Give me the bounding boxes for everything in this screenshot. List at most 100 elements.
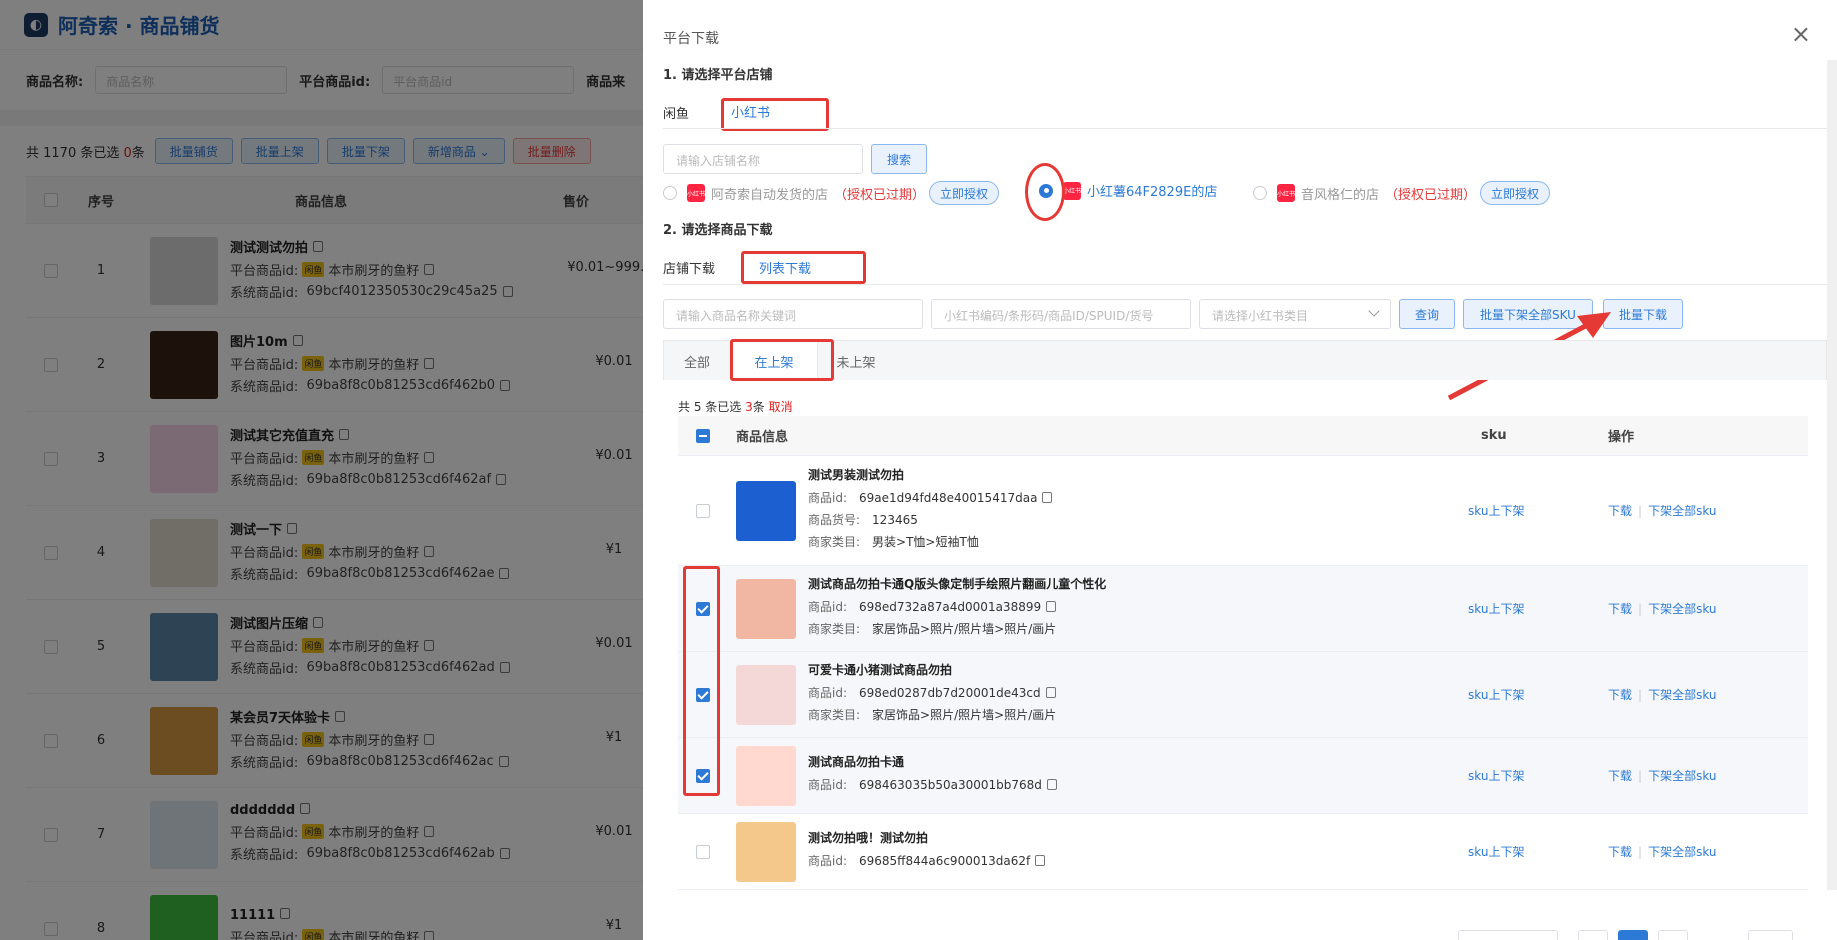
store-option-selected[interactable]: 小红书 小红薯64F2829E的店 — [1039, 181, 1217, 200]
product-info: 可爱卡通小猪测试商品勿拍 商品id: 698ed0287db7d20001de43… — [808, 661, 1056, 728]
page-size-select[interactable] — [1458, 930, 1558, 940]
highlight-circle — [1025, 163, 1065, 221]
product-row: 测试勿拍哦！测试勿拍 商品id: 69685ff844a6c900013da62f… — [678, 814, 1808, 890]
copy-icon[interactable] — [1046, 779, 1057, 790]
step2-heading: 2. 请选择商品下载 — [663, 223, 773, 238]
row-operations: 下载 | 下架全部sku — [1608, 600, 1717, 617]
product-id-line: 商品id: 698ed732a87a4d0001a38899 — [808, 598, 1106, 615]
download-link[interactable]: 下载 — [1608, 686, 1632, 703]
close-icon[interactable]: × — [1791, 22, 1811, 46]
copy-icon[interactable] — [1035, 855, 1046, 866]
category-select[interactable]: 请选择小红书类目 — [1199, 299, 1391, 329]
product-category-line: 商家类目: 家居饰品>照片/照片墙>照片/画片 — [808, 622, 1057, 636]
step1-heading: 1. 请选择平台店铺 — [663, 68, 773, 83]
sku-toggle-link[interactable]: sku上下架 — [1468, 502, 1524, 519]
product-table: 商品信息 sku 操作 测试男装测试勿拍 商品id: 69ae1d94fd48e4… — [678, 416, 1808, 890]
product-info: 测试男装测试勿拍 商品id: 69ae1d94fd48e40015417daa 商品… — [808, 466, 1053, 555]
sku-toggle-link[interactable]: sku上下架 — [1468, 767, 1524, 784]
product-title: 测试勿拍哦！测试勿拍 — [808, 831, 929, 845]
download-link[interactable]: 下载 — [1608, 502, 1632, 519]
xiaohongshu-icon: 小红书 — [1277, 184, 1295, 202]
goto-page-input[interactable] — [1748, 930, 1793, 940]
store-radio[interactable] — [1253, 186, 1267, 200]
product-id-line: 商品id: 698ed0287db7d20001de43cd — [808, 684, 1056, 701]
highlight-box — [730, 339, 834, 381]
product-thumbnail — [736, 578, 796, 639]
store-search-input[interactable]: 请输入店铺名称 — [663, 144, 863, 174]
highlight-box — [683, 566, 720, 796]
row-checkbox[interactable] — [696, 844, 710, 859]
selection-info: 共 5 条已选 3条 取消 — [678, 400, 793, 414]
row-checkbox[interactable] — [696, 503, 710, 518]
row-operations: 下载 | 下架全部sku — [1608, 502, 1717, 519]
store-option[interactable]: 小红书 阿奇索自动发货的店 （授权已过期） 立即授权 — [663, 181, 1000, 205]
scrollbar[interactable] — [1827, 60, 1837, 890]
sku-toggle-link[interactable]: sku上下架 — [1468, 600, 1524, 617]
platform-xianyu-tab[interactable]: 闲鱼 — [663, 103, 689, 122]
divider — [663, 128, 1827, 129]
header-sku: sku — [1481, 428, 1507, 443]
drawer-title: 平台下载 — [663, 31, 719, 47]
status-tabs: 全部 在上架 未上架 — [663, 340, 1827, 381]
download-link[interactable]: 下载 — [1608, 843, 1632, 860]
authorize-button[interactable]: 立即授权 — [929, 181, 1000, 205]
copy-icon[interactable] — [1042, 492, 1053, 503]
xiaohongshu-icon: 小红书 — [1063, 181, 1081, 200]
product-id-line: 商品id: 698463035b50a30001bb768d — [808, 776, 1057, 793]
delist-all-sku-link[interactable]: 下架全部sku — [1648, 843, 1716, 860]
code-input[interactable]: 小红书编码/条形码/商品ID/SPUID/货号 — [931, 299, 1191, 329]
product-row: 测试商品勿拍卡通 商品id: 698463035b50a30001bb768d s… — [678, 738, 1808, 814]
product-title: 测试男装测试勿拍 — [808, 468, 905, 482]
product-title: 测试商品勿拍卡通 — [808, 755, 905, 769]
header-ops: 操作 — [1608, 430, 1635, 445]
download-link[interactable]: 下载 — [1608, 767, 1632, 784]
delist-all-sku-link[interactable]: 下架全部sku — [1648, 767, 1716, 784]
xiaohongshu-icon: 小红书 — [687, 184, 705, 202]
tab-all[interactable]: 全部 — [664, 341, 730, 381]
next-page-button[interactable] — [1658, 930, 1688, 940]
current-page-button[interactable] — [1618, 930, 1648, 940]
product-id-line: 商品id: 69ae1d94fd48e40015417daa — [808, 489, 1053, 506]
product-title: 测试商品勿拍卡通Q版头像定制手绘照片翻画儿童个性化 — [808, 577, 1107, 591]
product-thumbnail — [736, 664, 796, 725]
copy-icon[interactable] — [1046, 601, 1057, 612]
platform-download-drawer: 平台下载 × 1. 请选择平台店铺 闲鱼 小红书 请输入店铺名称 搜索 小红书 … — [643, 0, 1837, 940]
product-table-header: 商品信息 sku 操作 — [678, 416, 1808, 456]
row-operations: 下载 | 下架全部sku — [1608, 843, 1717, 860]
chevron-down-icon — [1368, 305, 1380, 317]
copy-icon[interactable] — [1045, 687, 1056, 698]
product-category-line: 商家类目: 男装>T恤>短袖T恤 — [808, 535, 979, 549]
product-row: 测试商品勿拍卡通Q版头像定制手绘照片翻画儿童个性化 商品id: 698ed732a… — [678, 566, 1808, 652]
divider — [663, 284, 1827, 285]
product-info: 测试商品勿拍卡通Q版头像定制手绘照片翻画儿童个性化 商品id: 698ed732a… — [808, 575, 1106, 642]
header-info: 商品信息 — [736, 430, 789, 445]
product-row: 测试男装测试勿拍 商品id: 69ae1d94fd48e40015417daa 商品… — [678, 456, 1808, 566]
product-title: 可爱卡通小猪测试商品勿拍 — [808, 663, 953, 677]
product-category-line: 商家类目: 家居饰品>照片/照片墙>照片/画片 — [808, 708, 1057, 722]
keyword-input[interactable]: 请输入商品名称关键词 — [663, 299, 923, 329]
product-row: 可爱卡通小猪测试商品勿拍 商品id: 698ed0287db7d20001de43… — [678, 652, 1808, 738]
product-info: 测试商品勿拍卡通 商品id: 698463035b50a30001bb768d — [808, 753, 1057, 798]
delist-all-sku-link[interactable]: 下架全部sku — [1648, 502, 1716, 519]
download-link[interactable]: 下载 — [1608, 600, 1632, 617]
product-table-body: 测试男装测试勿拍 商品id: 69ae1d94fd48e40015417daa 商品… — [678, 456, 1808, 890]
product-id-line: 商品id: 69685ff844a6c900013da62f — [808, 852, 1046, 869]
product-info: 测试勿拍哦！测试勿拍 商品id: 69685ff844a6c900013da62f — [808, 829, 1046, 874]
delist-all-sku-link[interactable]: 下架全部sku — [1648, 600, 1716, 617]
highlight-box — [721, 98, 829, 131]
row-operations: 下载 | 下架全部sku — [1608, 767, 1717, 784]
store-radio[interactable] — [663, 186, 677, 200]
delist-all-sku-link[interactable]: 下架全部sku — [1648, 686, 1716, 703]
store-download-tab[interactable]: 店铺下载 — [663, 258, 715, 277]
cancel-selection-link[interactable]: 取消 — [769, 400, 793, 414]
authorize-button[interactable]: 立即授权 — [1480, 181, 1551, 205]
row-operations: 下载 | 下架全部sku — [1608, 686, 1717, 703]
highlight-box — [741, 251, 866, 284]
store-option[interactable]: 小红书 音风格仁的店 （授权已过期） 立即授权 — [1253, 181, 1551, 205]
sku-toggle-link[interactable]: sku上下架 — [1468, 686, 1524, 703]
store-search-button[interactable]: 搜索 — [871, 144, 927, 174]
sku-toggle-link[interactable]: sku上下架 — [1468, 843, 1524, 860]
product-thumbnail — [736, 745, 796, 806]
prev-page-button[interactable] — [1578, 930, 1608, 940]
select-all-checkbox[interactable] — [696, 428, 710, 443]
